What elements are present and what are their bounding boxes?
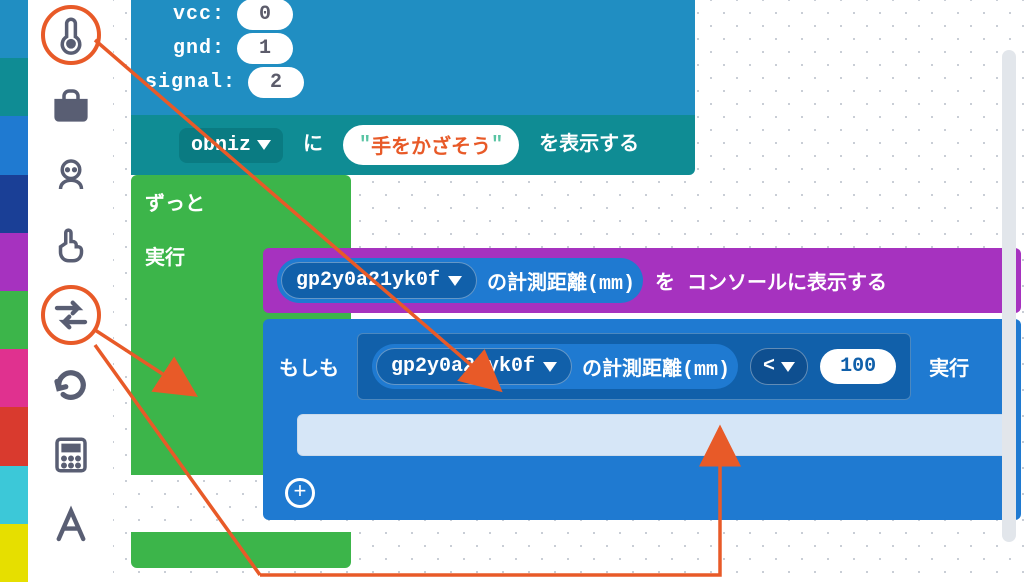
if-keyword: もしも	[279, 352, 339, 382]
sensor-row-gnd[interactable]: gnd: 1	[145, 33, 681, 64]
console-print-block[interactable]: gp2y0a21yk0f の計測距離(mm) を コンソールに表示する	[263, 248, 1021, 313]
pointer-hand-icon	[50, 224, 92, 266]
chevron-down-icon	[543, 362, 557, 372]
category-calculator[interactable]	[28, 420, 113, 490]
highlight-circle	[41, 285, 101, 345]
sensor-reading-chip[interactable]: gp2y0a21yk0f の計測距離(mm)	[277, 258, 643, 303]
sensor-dropdown[interactable]: gp2y0a21yk0f	[376, 348, 572, 385]
block-workspace[interactable]: vcc: 0 gnd: 1 signal: 2 obniz に " 手をかざそう	[113, 0, 1024, 582]
thermometer-icon	[50, 14, 92, 56]
sensor-label: vcc:	[145, 3, 225, 26]
calculator-icon	[50, 434, 92, 476]
category-robot[interactable]	[28, 140, 113, 210]
sensor-label: gnd:	[145, 37, 225, 60]
threshold-input[interactable]: 100	[820, 349, 896, 384]
pin-value[interactable]: 2	[248, 67, 304, 98]
sensor-dropdown[interactable]: gp2y0a21yk0f	[281, 262, 477, 299]
icon-column	[28, 0, 113, 582]
robot-icon	[50, 154, 92, 196]
chevron-down-icon	[781, 362, 795, 372]
category-pointer[interactable]	[28, 210, 113, 280]
toolbox-icon	[50, 84, 92, 126]
chevron-down-icon	[257, 140, 271, 150]
sensor-setup-block[interactable]: vcc: 0 gnd: 1 signal: 2	[131, 0, 695, 115]
display-text-block[interactable]: obniz に " 手をかざそう " を表示する	[131, 115, 695, 175]
target-dropdown[interactable]: obniz	[179, 128, 283, 163]
if-run-label: 実行	[929, 352, 969, 382]
swap-arrows-icon	[50, 294, 92, 336]
category-rail	[0, 0, 28, 582]
category-text[interactable]	[28, 490, 113, 560]
category-undo[interactable]	[28, 350, 113, 420]
forever-block-bottom	[131, 532, 351, 568]
forever-title: ずっと	[145, 187, 337, 217]
if-condition[interactable]: gp2y0a21yk0f の計測距離(mm) < 100	[357, 333, 911, 400]
sensor-row-signal[interactable]: signal: 2	[145, 67, 681, 98]
category-swap[interactable]	[28, 280, 113, 350]
display-text-input[interactable]: " 手をかざそう "	[343, 125, 519, 165]
sensor-row-vcc[interactable]: vcc: 0	[145, 0, 681, 30]
pin-value[interactable]: 0	[237, 0, 293, 30]
highlight-circle	[41, 5, 101, 65]
pin-value[interactable]: 1	[237, 33, 293, 64]
category-sensor[interactable]	[28, 0, 113, 70]
operator-dropdown[interactable]: <	[750, 348, 808, 385]
sensor-label: signal:	[145, 71, 236, 94]
if-block[interactable]: もしも gp2y0a21yk0f の計測距離(mm) <	[263, 319, 1021, 520]
chevron-down-icon	[448, 276, 462, 286]
vertical-scrollbar[interactable]	[1002, 50, 1016, 542]
add-branch-button[interactable]: +	[275, 470, 1021, 520]
category-toolbox[interactable]	[28, 70, 113, 140]
if-body-slot[interactable]	[297, 414, 1011, 456]
text-letter-icon	[50, 504, 92, 546]
plus-icon: +	[285, 478, 315, 508]
undo-icon	[50, 364, 92, 406]
